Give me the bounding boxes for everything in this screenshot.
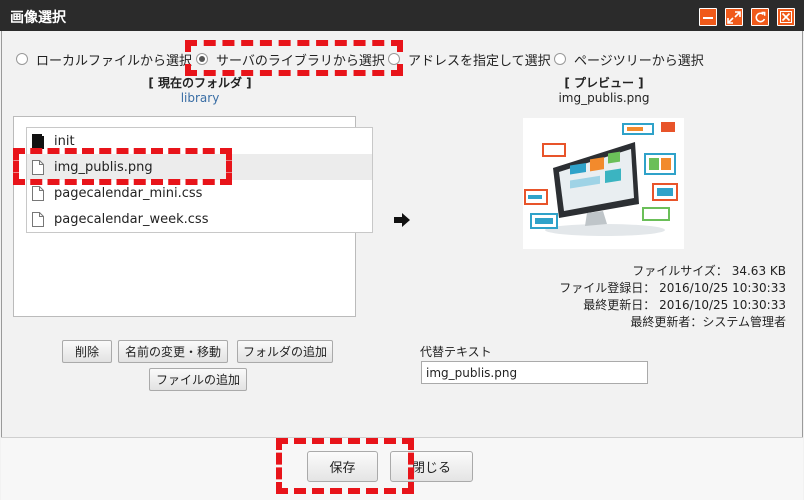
highlight-save-button [276,438,414,494]
alt-text-input[interactable] [421,361,648,384]
maximize-icon[interactable] [725,8,743,26]
delete-button[interactable]: 削除 [62,340,112,363]
file-browser-panel: init img_publis.png pagecalendar_mini.cs… [13,116,373,317]
file-name: pagecalendar_week.css [54,211,209,227]
current-folder-heading: [ 現在のフォルダ ] [148,76,252,90]
file-updated-by: 最終更新者：システム管理者 [630,315,786,329]
title-bar: 画像選択 [0,0,804,31]
window-title: 画像選択 [10,10,66,26]
add-file-button[interactable]: ファイルの追加 [149,368,247,391]
radio-label: ページツリーから選択 [574,53,704,69]
refresh-icon[interactable] [751,8,769,26]
radio-dot[interactable] [554,53,566,65]
radio-label: ローカルファイルから選択 [36,53,193,69]
add-folder-button[interactable]: フォルダの追加 [237,340,333,363]
file-updated-date: 最終更新日： 2016/10/25 10:30:33 [583,298,786,312]
radio-dot[interactable] [16,53,28,65]
source-options: ローカルファイルから選択 サーバのライブラリから選択 アドレスを指定して選択 ペ… [16,50,796,69]
file-icon [32,211,44,227]
file-name: init [54,133,75,149]
preview-heading: [ プレビュー ] [564,76,644,90]
list-item-file[interactable]: pagecalendar_week.css [27,206,372,232]
radio-local-file[interactable]: ローカルファイルから選択 [16,50,193,69]
file-name: pagecalendar_mini.css [54,185,203,201]
rename-move-button[interactable]: 名前の変更・移動 [118,340,228,363]
radio-page-tree[interactable]: ページツリーから選択 [554,50,704,69]
file-registered-date: ファイル登録日： 2016/10/25 10:30:33 [559,281,786,295]
radio-address[interactable]: アドレスを指定して選択 [388,50,551,69]
minimize-icon[interactable] [699,8,717,26]
preview-filename: img_publis.png [558,91,650,105]
folder-icon [32,133,44,149]
preview-image [523,118,684,249]
file-size: ファイルサイズ： 34.63 KB [632,264,786,278]
alt-text-label: 代替テキスト [420,345,492,359]
file-icon [32,185,44,201]
current-folder-path[interactable]: library [130,91,270,105]
highlight-selected-file [13,148,232,185]
close-icon[interactable] [777,8,795,26]
arrow-right-icon [394,213,410,227]
radio-label: アドレスを指定して選択 [408,53,551,69]
highlight-server-library-option [185,40,403,76]
